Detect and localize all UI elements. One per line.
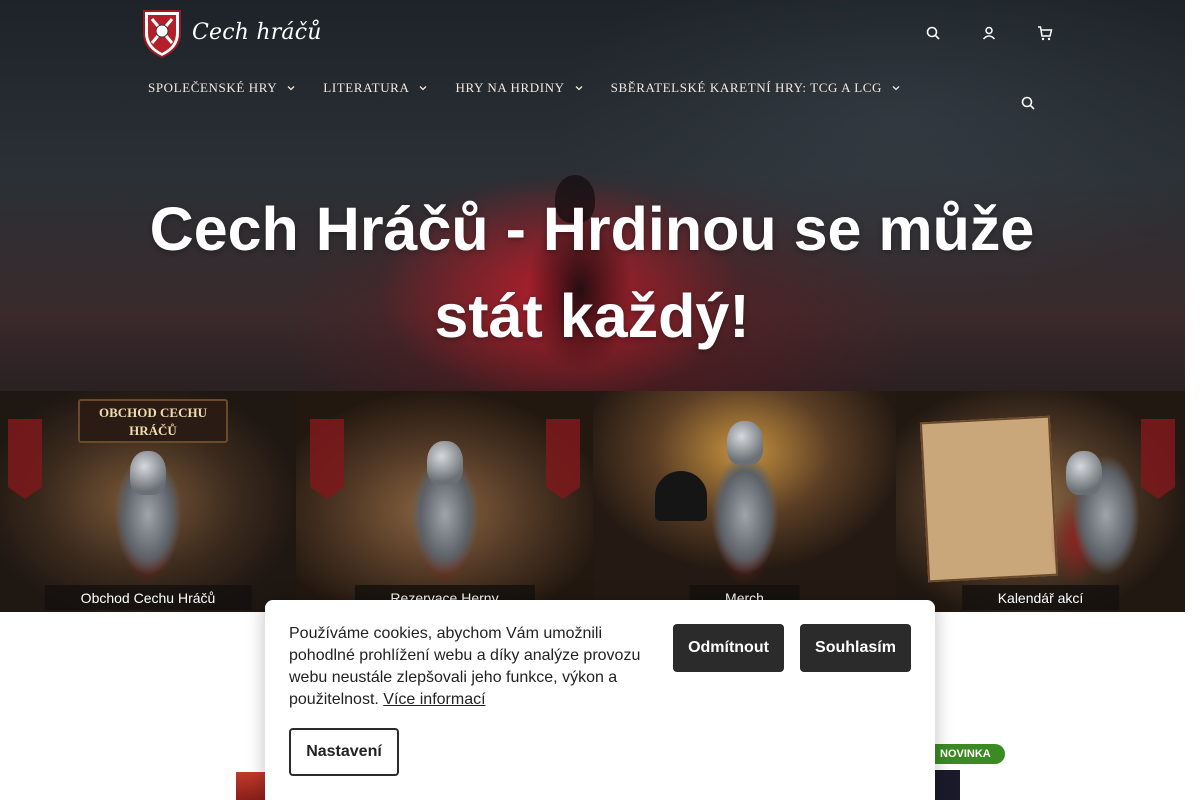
chevron-down-icon (575, 86, 583, 91)
user-icon[interactable] (978, 22, 1000, 44)
knight-helmet (726, 421, 763, 465)
accept-cookies-button[interactable]: Souhlasím (800, 624, 911, 672)
nav-item-label: SBĚRATELSKÉ KARETNÍ HRY: TCG A LCG (610, 80, 883, 95)
nav-item-card-games[interactable]: SBĚRATELSKÉ KARETNÍ HRY: TCG A LCG (611, 80, 900, 96)
chevron-down-icon (419, 86, 427, 91)
cookie-consent-banner: Používáme cookies, abychom Vám umožnili … (265, 600, 935, 800)
site-logo[interactable]: Cech hráčů (138, 5, 322, 59)
knight-helmet (1065, 451, 1102, 495)
tile-shop[interactable]: OBCHOD CECHU HRÁČŮ Obchod Cechu Hráčů (0, 391, 296, 612)
merch-cap (655, 471, 707, 521)
decline-cookies-button[interactable]: Odmítnout (673, 624, 784, 672)
logo-text: Cech hráčů (192, 19, 322, 45)
hero-title: Cech Hráčů - Hrdinou se může stát každý! (149, 195, 1035, 350)
cart-icon[interactable] (1034, 22, 1056, 44)
chevron-down-icon (892, 86, 900, 91)
cookie-settings-button[interactable]: Nastavení (289, 728, 399, 776)
nav-search-icon[interactable] (1018, 93, 1038, 113)
nav-item-label: HRY NA HRDINY (455, 80, 565, 95)
more-info-link[interactable]: Více informací (383, 691, 485, 708)
tile-room-reservation[interactable]: Rezervace Herny (296, 391, 593, 612)
banner-decoration (546, 419, 580, 499)
tile-label: Kalendář akcí (961, 585, 1120, 610)
tile-merch[interactable]: Merch (593, 391, 896, 612)
main-navigation: SPOLEČENSKÉ HRY LITERATURA HRY NA HRDINY… (148, 80, 928, 96)
calendar-illustration (919, 415, 1059, 583)
chevron-down-icon (287, 86, 295, 91)
knight-helmet (130, 451, 166, 495)
nav-item-label: SPOLEČENSKÉ HRY (148, 80, 278, 95)
product-thumbnail[interactable] (236, 772, 266, 800)
banner-decoration (310, 419, 344, 499)
nav-item-rpg[interactable]: HRY NA HRDINY (455, 80, 583, 96)
new-badge: NOVINKA (926, 744, 1005, 764)
nav-item-board-games[interactable]: SPOLEČENSKÉ HRY (148, 80, 295, 96)
logo-shield-icon (143, 10, 181, 59)
nav-item-label: LITERATURA (323, 80, 410, 95)
search-icon[interactable] (922, 22, 944, 44)
cookie-text: Používáme cookies, abychom Vám umožnili … (289, 623, 654, 711)
knight-illustration (93, 420, 203, 590)
hero-banner: Cech hráčů SPOLEČENSKÉ HRY LITERATURA HR… (0, 0, 1185, 391)
category-tiles: OBCHOD CECHU HRÁČŮ Obchod Cechu Hráčů Re… (0, 391, 1185, 612)
nav-item-literature[interactable]: LITERATURA (323, 80, 427, 96)
knight-illustration (1050, 420, 1161, 590)
banner-decoration (8, 419, 42, 499)
tile-label: Obchod Cechu Hráčů (44, 585, 252, 610)
tile-event-calendar[interactable]: Kalendář akcí (896, 391, 1185, 612)
knight-helmet (426, 441, 463, 485)
